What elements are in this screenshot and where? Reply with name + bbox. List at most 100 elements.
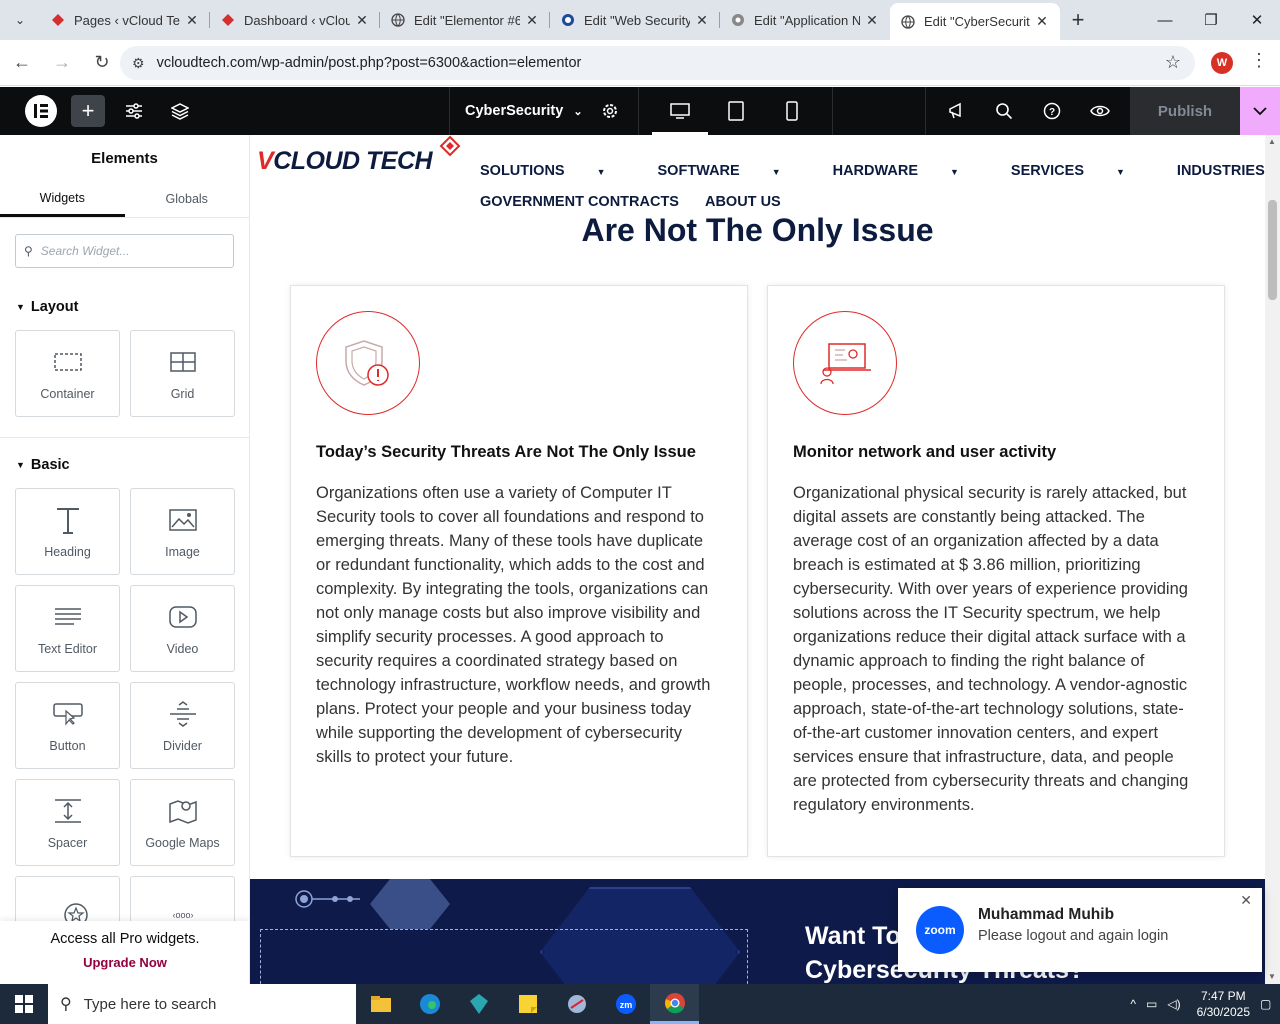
nav-item-industries[interactable]: INDUSTRIES▼: [1177, 163, 1265, 179]
widget-heading[interactable]: Heading: [15, 488, 120, 575]
close-tab-icon[interactable]: ✕: [354, 12, 370, 29]
basic-section-toggle[interactable]: ▼ Basic: [16, 454, 249, 476]
window-controls: — ❐ ✕: [1142, 0, 1280, 40]
nav-item-services[interactable]: SERVICES ▼: [1011, 163, 1151, 179]
scroll-up-arrow[interactable]: ▲: [1268, 137, 1276, 146]
chrome-app-icon[interactable]: [650, 984, 699, 1024]
browser-menu-icon[interactable]: ⋮: [1250, 50, 1268, 71]
browser-tab-3[interactable]: Edit "Elementor #6 ✕: [380, 3, 550, 37]
widget-video[interactable]: Video: [130, 585, 235, 672]
browser-tab-active[interactable]: Edit "CyberSecurity ✕: [890, 3, 1060, 40]
structure-layers-icon[interactable]: [168, 99, 192, 123]
widget-google-maps[interactable]: Google Maps: [130, 779, 235, 866]
tab-search-button[interactable]: ⌄: [0, 0, 40, 40]
mobile-device-icon[interactable]: [780, 99, 804, 123]
taskbar-search-input[interactable]: ⚲ Type here to search: [48, 984, 356, 1024]
feature-card: Today’s Security Threats Are Not The Onl…: [290, 285, 748, 857]
desktop-device-icon[interactable]: [668, 99, 692, 123]
app-gem-icon[interactable]: [454, 984, 503, 1024]
close-tab-icon[interactable]: ✕: [864, 12, 880, 29]
browser-tab-5[interactable]: Edit "Application N ✕: [720, 3, 890, 37]
zoom-app-icon[interactable]: zm: [601, 984, 650, 1024]
widget-button[interactable]: Button: [15, 682, 120, 769]
nav-item-solutions[interactable]: SOLUTIONS ▼: [480, 163, 632, 179]
nav-label: SOLUTIONS: [480, 162, 565, 179]
nav-item-hardware[interactable]: HARDWARE ▼: [833, 163, 985, 179]
notifications-megaphone-icon[interactable]: [944, 99, 968, 123]
url-text[interactable]: vcloudtech.com/wp-admin/post.php?post=63…: [157, 55, 582, 71]
new-tab-button[interactable]: +: [1060, 3, 1096, 37]
nav-item-government-contracts[interactable]: GOVERNMENT CONTRACTS: [480, 194, 679, 210]
layout-section-toggle[interactable]: ▼ Layout: [16, 296, 249, 318]
widget-search-input[interactable]: ⚲ Search Widget...: [15, 234, 234, 268]
scroll-down-arrow[interactable]: ▼: [1268, 972, 1276, 981]
widget-text-editor[interactable]: Text Editor: [15, 585, 120, 672]
close-window-button[interactable]: ✕: [1234, 0, 1280, 40]
bookmark-star-icon[interactable]: ☆: [1165, 52, 1181, 73]
close-tab-icon[interactable]: ✕: [1034, 13, 1050, 30]
nav-item-software[interactable]: SOFTWARE ▼: [658, 163, 807, 179]
close-icon[interactable]: ✕: [1240, 892, 1252, 909]
text-editor-icon: [54, 602, 82, 632]
preview-eye-icon[interactable]: [1088, 99, 1112, 123]
search-placeholder: Type here to search: [83, 995, 217, 1013]
tablet-device-icon[interactable]: [724, 99, 748, 123]
publish-button[interactable]: Publish: [1130, 87, 1240, 135]
widget-image[interactable]: Image: [130, 488, 235, 575]
widget-divider[interactable]: Divider: [130, 682, 235, 769]
nav-item-about-us[interactable]: ABOUT US: [705, 194, 781, 210]
zoom-notification[interactable]: zoom Muhammad Muhib Please logout and ag…: [898, 888, 1262, 972]
reload-button[interactable]: ↻: [84, 45, 120, 81]
notifications-icon[interactable]: ▢: [1260, 997, 1276, 1011]
edge-browser-icon[interactable]: [405, 984, 454, 1024]
widget-container[interactable]: Container: [15, 330, 120, 417]
close-tab-icon[interactable]: ✕: [694, 12, 710, 29]
notification-sender: Muhammad Muhib: [978, 906, 1115, 923]
browser-tab-1[interactable]: Pages ‹ vCloud Tec ✕: [40, 3, 210, 37]
restore-button[interactable]: ❐: [1188, 0, 1234, 40]
site-settings-icon[interactable]: [122, 99, 146, 123]
tab-widgets[interactable]: Widgets: [0, 181, 125, 217]
url-bar[interactable]: ⚙ vcloudtech.com/wp-admin/post.php?post=…: [120, 46, 1195, 80]
chrome-icon: [730, 12, 746, 28]
profile-avatar[interactable]: W: [1211, 52, 1233, 74]
site-logo[interactable]: VCLOUD TECH: [257, 147, 433, 176]
site-info-icon[interactable]: ⚙: [132, 55, 145, 72]
document-name-dropdown[interactable]: CyberSecurity ⌄: [449, 87, 589, 135]
forward-button[interactable]: →: [44, 45, 80, 81]
upgrade-now-link[interactable]: Upgrade Now: [0, 955, 249, 970]
minimize-button[interactable]: —: [1142, 0, 1188, 40]
clock[interactable]: 7:47 PM 6/30/2025: [1197, 988, 1250, 1020]
browser-tab-2[interactable]: Dashboard ‹ vClou ✕: [210, 3, 380, 37]
svg-text:?: ?: [1049, 107, 1055, 118]
sticky-notes-icon[interactable]: [503, 984, 552, 1024]
elementor-logo-icon[interactable]: [25, 95, 57, 127]
widget-grid[interactable]: Grid: [130, 330, 235, 417]
canvas-scrollbar[interactable]: ▲ ▼: [1265, 135, 1280, 985]
windows-start-icon[interactable]: [0, 984, 48, 1024]
search-icon[interactable]: [992, 99, 1016, 123]
network-icon[interactable]: ▭: [1146, 997, 1157, 1011]
search-icon: ⚲: [24, 244, 33, 258]
nav-label: SOFTWARE: [657, 162, 740, 179]
close-tab-icon[interactable]: ✕: [524, 12, 540, 29]
back-button[interactable]: ←: [4, 45, 40, 81]
panel-title: Elements: [91, 149, 158, 167]
publish-options-chevron-icon[interactable]: [1240, 87, 1280, 135]
browser-tab-4[interactable]: Edit "Web Security ✕: [550, 3, 720, 37]
widget-spacer[interactable]: Spacer: [15, 779, 120, 866]
scrollbar-thumb[interactable]: [1268, 200, 1277, 300]
volume-icon[interactable]: ◁): [1167, 997, 1180, 1011]
divider: [925, 87, 926, 135]
help-icon[interactable]: ?: [1040, 99, 1064, 123]
add-element-button[interactable]: +: [71, 95, 105, 127]
file-explorer-icon[interactable]: [356, 984, 405, 1024]
page-settings-gear-icon[interactable]: [598, 99, 622, 123]
address-bar-row: ← → ↻ ⚙ vcloudtech.com/wp-admin/post.php…: [0, 40, 1280, 86]
divider: [0, 437, 249, 438]
tab-globals[interactable]: Globals: [125, 181, 250, 217]
close-tab-icon[interactable]: ✕: [184, 12, 200, 29]
video-play-icon: [168, 602, 197, 632]
snipping-tool-icon[interactable]: [552, 984, 601, 1024]
chevron-up-icon[interactable]: ^: [1130, 997, 1136, 1011]
